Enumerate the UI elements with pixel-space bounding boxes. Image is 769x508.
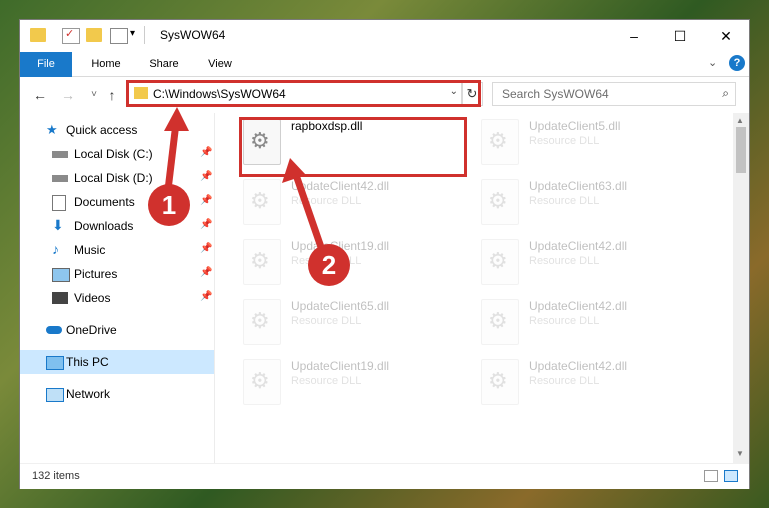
step-2-badge: 2 (308, 244, 350, 286)
arrow-2 (282, 158, 326, 252)
arrow-1 (164, 107, 189, 191)
step-1-badge: 1 (148, 184, 190, 226)
annotation-arrows (164, 107, 326, 252)
